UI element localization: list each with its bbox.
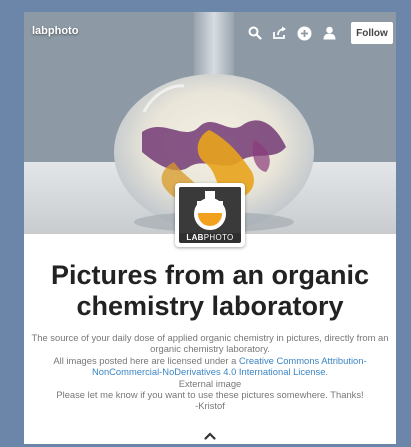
license-prefix: All images posted here are licensed unde… [53, 354, 239, 366]
description-intro: The source of your daily dose of applied… [31, 332, 389, 355]
labphoto-logo: LABPHOTO [179, 187, 241, 243]
flask-logo-icon [179, 187, 241, 233]
search-icon[interactable] [242, 23, 267, 43]
user-icon[interactable] [317, 23, 342, 43]
logo-text: LABPHOTO [179, 233, 241, 242]
header-icons [242, 23, 342, 43]
license-suffix: . [325, 366, 329, 378]
blog-card: labphoto Follow LABPHOTO Pictures from a… [24, 12, 396, 444]
signature: -Kristof [195, 400, 225, 412]
license-line: All images posted here are licensed unde… [28, 355, 392, 378]
external-image-text: External image [178, 377, 242, 389]
blog-name-link[interactable]: labphoto [32, 25, 78, 37]
chevron-up-icon[interactable] [200, 430, 220, 442]
blog-title: Pictures from an organic chemistry labor… [50, 260, 370, 321]
blog-description: The source of your daily dose of applied… [28, 332, 392, 412]
logo-text-photo: PHOTO [203, 233, 234, 242]
contact-text: Please let me know if you want to use th… [56, 389, 364, 401]
add-icon[interactable] [292, 23, 317, 43]
logo-text-lab: LAB [186, 233, 204, 242]
top-bar: labphoto Follow [24, 12, 396, 52]
avatar[interactable]: LABPHOTO [175, 183, 245, 247]
share-icon[interactable] [267, 23, 292, 43]
follow-button[interactable]: Follow [351, 22, 393, 44]
